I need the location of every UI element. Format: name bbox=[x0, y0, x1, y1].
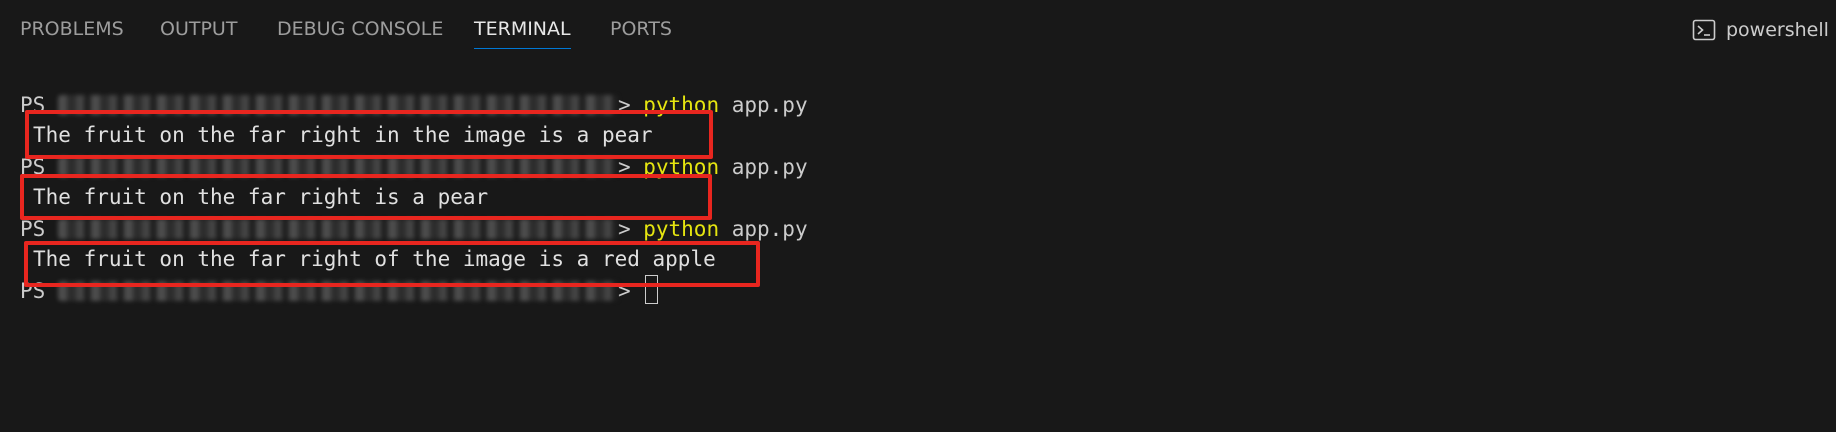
tab-debug-console[interactable]: DEBUG CONSOLE bbox=[277, 18, 443, 48]
terminal-prompt-icon bbox=[1692, 19, 1716, 41]
command-args: app.py bbox=[719, 217, 808, 241]
tab-terminal[interactable]: TERMINAL bbox=[474, 18, 571, 49]
highlight-box bbox=[20, 174, 712, 220]
terminal-shell-selector[interactable]: powershell bbox=[1692, 14, 1829, 46]
tab-ports[interactable]: PORTS bbox=[610, 18, 672, 48]
blurred-path bbox=[57, 219, 618, 239]
command-args: app.py bbox=[719, 93, 808, 117]
highlight-box bbox=[24, 241, 760, 287]
highlight-box bbox=[25, 110, 713, 159]
prompt-suffix: > bbox=[617, 217, 644, 241]
terminal-output-area[interactable]: PS > python app.py The fruit on the far … bbox=[0, 80, 1836, 432]
tab-problems[interactable]: PROBLEMS bbox=[20, 18, 124, 48]
command-args: app.py bbox=[719, 155, 808, 179]
terminal-panel: PROBLEMS OUTPUT DEBUG CONSOLE TERMINAL P… bbox=[0, 0, 1836, 432]
tab-output[interactable]: OUTPUT bbox=[160, 18, 237, 48]
panel-tab-bar: PROBLEMS OUTPUT DEBUG CONSOLE TERMINAL P… bbox=[0, 0, 1836, 60]
prompt-prefix: PS bbox=[20, 217, 58, 241]
command-program: python bbox=[643, 217, 720, 241]
shell-name-label: powershell bbox=[1726, 19, 1829, 41]
